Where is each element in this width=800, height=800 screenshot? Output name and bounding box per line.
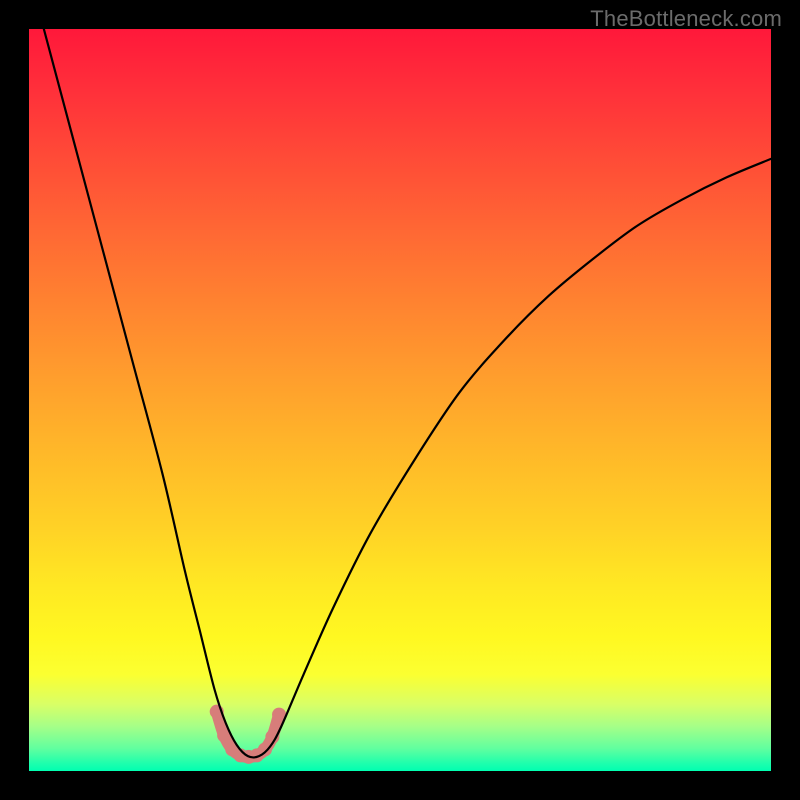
watermark-text: TheBottleneck.com xyxy=(590,6,782,32)
marker-dot xyxy=(258,742,272,756)
chart-container: TheBottleneck.com xyxy=(0,0,800,800)
bottleneck-curve xyxy=(44,29,771,757)
curve-layer xyxy=(29,29,771,771)
plot-area xyxy=(29,29,771,771)
